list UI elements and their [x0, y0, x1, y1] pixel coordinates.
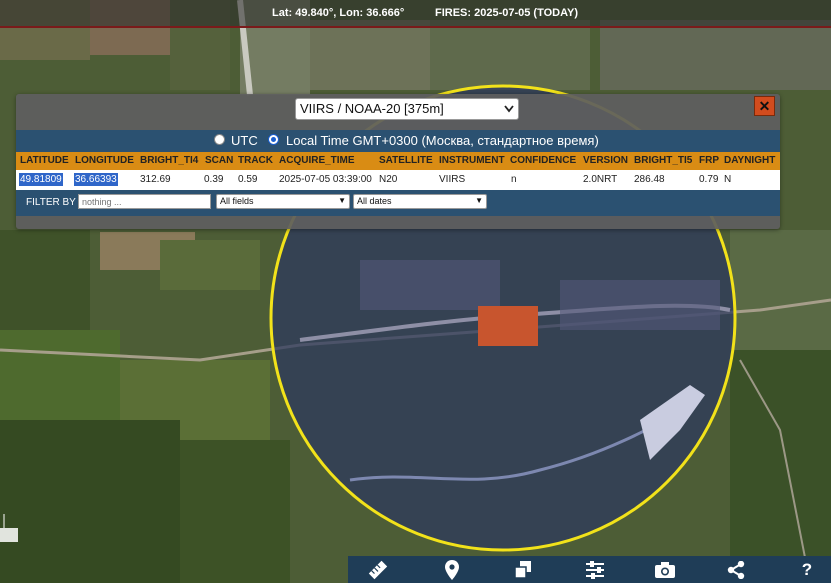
table-row: 49.81809 36.66393 312.69 0.39 0.59 2025-…: [16, 170, 780, 190]
location-button[interactable]: [430, 556, 474, 583]
column-header: CONFIDENCE: [510, 155, 577, 166]
table-cell[interactable]: 36.66393: [74, 173, 118, 186]
table-cell: N20: [379, 174, 398, 185]
utc-radio[interactable]: [214, 134, 225, 145]
column-header: ACQUIRE_TIME: [279, 155, 355, 166]
scale-bar: [0, 514, 18, 542]
copy-icon: [514, 560, 531, 579]
column-header: LONGITUDE: [75, 155, 134, 166]
table-cell: 2025-07-05 03:39:00: [279, 174, 372, 185]
fires-date: FIRES: 2025-07-05 (TODAY): [435, 7, 579, 19]
utc-label: UTC: [231, 133, 258, 148]
sliders-icon: [586, 560, 604, 579]
table-cell: 312.69: [140, 174, 171, 185]
close-button[interactable]: ✕: [754, 96, 775, 116]
column-header: BRIGHT_TI4: [140, 155, 199, 166]
field-select[interactable]: All fields ▼: [216, 194, 350, 209]
filter-row: FILTER BY All fields ▼ All dates ▼: [16, 190, 780, 216]
table-header: LATITUDE LONGITUDE BRIGHT_TI4 SCAN TRACK…: [16, 152, 780, 170]
filter-input[interactable]: [78, 194, 211, 209]
table-cell: VIIRS: [439, 174, 466, 185]
date-select-value: All dates: [357, 196, 392, 206]
table-cell: 0.59: [238, 174, 258, 185]
map-view[interactable]: Lat: 49.840°, Lon: 36.666° FIRES: 2025-0…: [0, 0, 831, 583]
help-button[interactable]: ?: [785, 556, 829, 583]
table-cell: 286.48: [634, 174, 665, 185]
satellite-select-value: VIIRS / NOAA-20 [375m]: [300, 101, 444, 116]
table-cell: 2.0NRT: [583, 174, 618, 185]
share-button[interactable]: [714, 556, 758, 583]
timezone-row: UTC Local Time GMT+0300 (Москва, стандар…: [16, 130, 780, 152]
satellite-imagery[interactable]: [0, 0, 831, 583]
date-select[interactable]: All dates ▼: [353, 194, 487, 209]
column-header: VERSION: [583, 155, 629, 166]
column-header: SCAN: [205, 155, 234, 166]
status-bar: Lat: 49.840°, Lon: 36.666° FIRES: 2025-0…: [0, 0, 831, 28]
filter-label: FILTER BY: [26, 197, 76, 208]
table-cell: n: [511, 174, 517, 185]
share-icon: [727, 560, 745, 579]
table-cell[interactable]: 49.81809: [19, 173, 63, 186]
local-time-radio[interactable]: [268, 134, 279, 145]
location-pin-icon: [445, 559, 459, 580]
column-header: DAYNIGHT: [724, 155, 776, 166]
cursor-coordinates: Lat: 49.840°, Lon: 36.666°: [272, 7, 405, 19]
table-cell: N: [724, 174, 732, 185]
screenshot-button[interactable]: [643, 556, 687, 583]
column-header: FRP: [699, 155, 719, 166]
fire-info-panel: VIIRS / NOAA-20 [375m] ✕ UTC Local Time …: [16, 94, 780, 229]
chevron-down-icon: ▼: [338, 196, 346, 205]
table-cell: 0.39: [204, 174, 224, 185]
column-header: LATITUDE: [20, 155, 69, 166]
column-header: TRACK: [238, 155, 273, 166]
measure-button[interactable]: [356, 556, 400, 583]
chevron-down-icon: ▼: [475, 196, 483, 205]
field-select-value: All fields: [220, 196, 254, 206]
camera-icon: [655, 561, 675, 578]
satellite-select[interactable]: VIIRS / NOAA-20 [375m]: [295, 98, 519, 120]
column-header: BRIGHT_TI5: [634, 155, 693, 166]
bottom-toolbar: ?: [348, 556, 831, 583]
local-time-label: Local Time GMT+0300 (Москва, стандартное…: [286, 133, 599, 148]
chevron-down-icon: [504, 105, 514, 113]
column-header: INSTRUMENT: [439, 155, 505, 166]
copy-button[interactable]: [501, 556, 545, 583]
column-header: SATELLITE: [379, 155, 433, 166]
fire-marker[interactable]: [478, 306, 538, 346]
ruler-icon: [368, 560, 388, 579]
settings-button[interactable]: [573, 556, 617, 583]
table-cell: 0.79: [699, 174, 719, 185]
